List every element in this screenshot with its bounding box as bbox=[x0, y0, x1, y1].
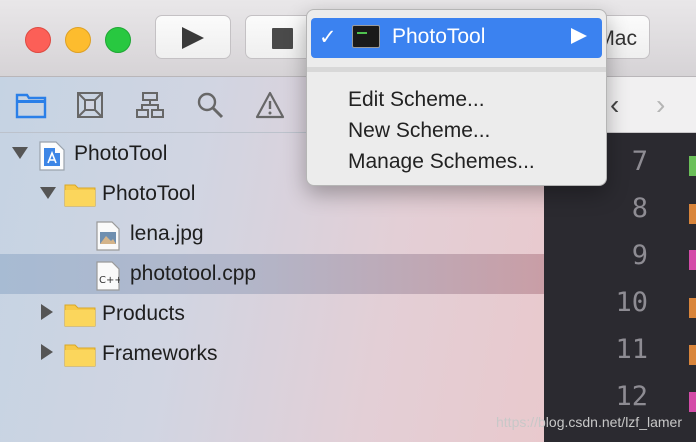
watermark: https://blog.csdn.net/lzf_lamer bbox=[496, 414, 682, 430]
file-name: phototool.cpp bbox=[130, 262, 257, 285]
project-name: PhotoTool bbox=[74, 142, 168, 165]
folder-icon bbox=[64, 304, 96, 327]
zoom-window-button[interactable] bbox=[105, 27, 131, 53]
terminal-app-icon bbox=[352, 25, 380, 48]
forward-arrow-icon[interactable]: › bbox=[656, 89, 665, 121]
line-number: 9 bbox=[631, 240, 648, 271]
minimize-window-button[interactable] bbox=[65, 27, 91, 53]
stop-button[interactable] bbox=[245, 15, 315, 59]
hierarchy-icon bbox=[136, 92, 164, 118]
svg-text:C++: C++ bbox=[99, 275, 120, 286]
line-number: 11 bbox=[615, 334, 648, 365]
menu-item-new-scheme[interactable]: New Scheme... bbox=[348, 119, 490, 143]
tab-project-navigator[interactable] bbox=[15, 90, 47, 120]
disclosure-expanded-icon[interactable] bbox=[40, 186, 56, 200]
code-token-marker bbox=[689, 345, 696, 365]
search-icon bbox=[197, 92, 224, 119]
stop-icon bbox=[272, 28, 293, 49]
warning-icon bbox=[255, 91, 285, 119]
line-number: 7 bbox=[631, 146, 648, 177]
line-number: 12 bbox=[615, 381, 648, 412]
tree-row-products[interactable]: Products bbox=[0, 294, 544, 334]
scheme-name: PhotoTool bbox=[392, 25, 486, 48]
submenu-arrow-icon bbox=[571, 28, 587, 44]
line-number: 8 bbox=[631, 193, 648, 224]
scheme-menu-item-selected[interactable]: ✓ PhotoTool bbox=[311, 18, 602, 58]
code-token-marker bbox=[689, 204, 696, 224]
run-button[interactable] bbox=[155, 15, 231, 59]
menu-separator bbox=[307, 67, 606, 72]
disclosure-expanded-icon[interactable] bbox=[12, 146, 28, 160]
code-token-marker bbox=[689, 298, 696, 318]
source-control-icon bbox=[77, 92, 103, 118]
tab-find-navigator[interactable] bbox=[195, 90, 225, 120]
code-token-marker bbox=[689, 156, 696, 176]
file-name: lena.jpg bbox=[130, 222, 204, 245]
disclosure-collapsed-icon[interactable] bbox=[40, 304, 54, 320]
cpp-file-icon: C++ bbox=[96, 261, 120, 291]
back-arrow-icon[interactable]: ‹ bbox=[610, 89, 619, 121]
folder-icon bbox=[64, 184, 96, 207]
code-token-marker bbox=[689, 392, 696, 412]
folder-icon bbox=[15, 93, 47, 119]
group-name: PhotoTool bbox=[102, 182, 196, 205]
tree-row-frameworks[interactable]: Frameworks bbox=[0, 334, 544, 374]
group-name: Products bbox=[102, 302, 185, 325]
tree-row-file[interactable]: lena.jpg bbox=[0, 214, 544, 254]
disclosure-collapsed-icon[interactable] bbox=[40, 344, 54, 360]
xcode-project-icon bbox=[39, 141, 65, 171]
tree-row-file-selected[interactable]: C++ phototool.cpp bbox=[0, 254, 544, 294]
line-number: 10 bbox=[615, 287, 648, 318]
play-icon bbox=[182, 27, 204, 49]
code-token-marker bbox=[689, 250, 696, 270]
checkmark-icon: ✓ bbox=[319, 26, 337, 49]
scheme-menu: ✓ PhotoTool Edit Scheme... New Scheme...… bbox=[306, 9, 607, 186]
menu-item-edit-scheme[interactable]: Edit Scheme... bbox=[348, 88, 485, 112]
tab-source-control-navigator[interactable] bbox=[75, 90, 105, 120]
tab-issue-navigator[interactable] bbox=[255, 90, 285, 120]
image-file-icon bbox=[96, 221, 120, 251]
group-name: Frameworks bbox=[102, 342, 218, 365]
menu-item-manage-schemes[interactable]: Manage Schemes... bbox=[348, 150, 535, 174]
close-window-button[interactable] bbox=[25, 27, 51, 53]
folder-icon bbox=[64, 344, 96, 367]
tab-symbol-navigator[interactable] bbox=[135, 90, 165, 120]
